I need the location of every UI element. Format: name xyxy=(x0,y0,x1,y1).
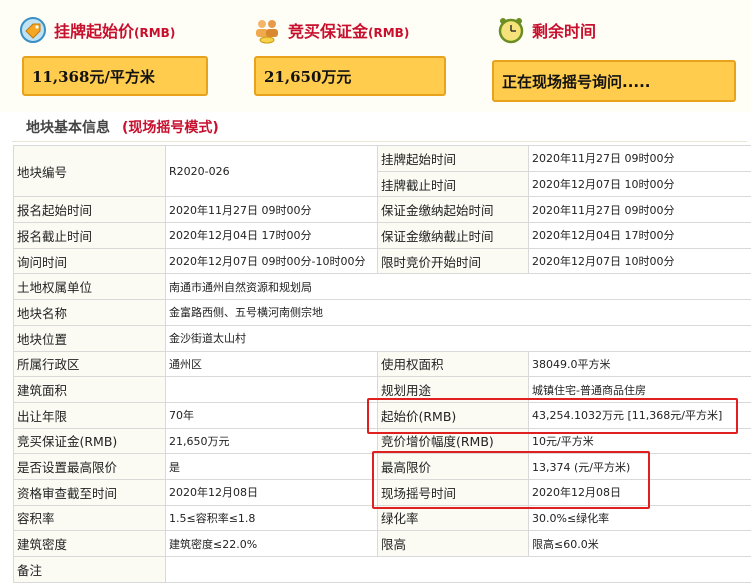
owner-unit-label: 土地权属单位 xyxy=(13,273,166,301)
parcel-name-label: 地块名称 xyxy=(13,299,166,326)
deposit-end-label: 保证金缴纳截止时间 xyxy=(377,222,529,249)
table-row: 备注 xyxy=(13,556,751,583)
max-price-set-value: 是 xyxy=(165,453,378,480)
deposit-start-value: 2020年11月27日 09时00分 xyxy=(528,196,751,224)
remaining-time-header: 剩余时间 xyxy=(496,12,596,48)
qualification-deadline-value: 2020年12月08日 xyxy=(165,478,378,506)
table-row: 建筑密度 建筑密度≤22.0% 限高 限高≤60.0米 xyxy=(13,530,751,557)
listing-start-label: 挂牌起始时间 xyxy=(377,145,529,172)
green-ratio-value: 30.0%≤绿化率 xyxy=(528,504,751,532)
parcel-id-label: 地块编号 xyxy=(13,144,166,198)
max-price-label: 最高限价 xyxy=(377,453,529,480)
deposit-end-value: 2020年12月04日 17时00分 xyxy=(528,222,751,249)
lease-term-value: 70年 xyxy=(165,401,378,429)
start-price-row-label: 起始价(RMB) xyxy=(377,401,529,429)
start-price-label: 挂牌起始价 xyxy=(54,22,135,41)
planned-use-value: 城镇住宅-普通商品住房 xyxy=(528,376,751,403)
alarm-clock-icon xyxy=(496,15,526,45)
parcel-location-value: 金沙街道太山村 xyxy=(165,324,751,352)
use-area-value: 38049.0平方米 xyxy=(528,350,751,378)
deposit-label: 竞买保证金 xyxy=(288,22,369,41)
use-area-label: 使用权面积 xyxy=(377,350,529,378)
timed-bid-start-label: 限时竞价开始时间 xyxy=(377,247,529,275)
section-title: 地块基本信息 xyxy=(26,119,110,136)
deposit-start-label: 保证金缴纳起始时间 xyxy=(377,196,529,224)
start-price-row-value: 43,254.1032万元 [11,368元/平方米] xyxy=(528,401,751,429)
table-row: 竞买保证金(RMB) 21,650万元 竞价增价幅度(RMB) 10元/平方米 xyxy=(13,427,751,455)
inquiry-time-value: 2020年12月07日 09时00分-10时00分 xyxy=(165,247,378,275)
table-row: 地块编号 R2020-026 挂牌起始时间 2020年11月27日 09时00分 xyxy=(13,144,751,198)
section-mode: (现场摇号模式) xyxy=(122,119,219,136)
section-header: 地块基本信息 (现场摇号模式) xyxy=(12,112,747,142)
green-ratio-label: 绿化率 xyxy=(377,504,529,532)
deposit-value-box: 21,650万元 xyxy=(254,56,446,96)
table-row: 建筑面积 规划用途 城镇住宅-普通商品住房 xyxy=(13,376,751,403)
planned-use-label: 规划用途 xyxy=(377,376,529,403)
table-row: 资格审查截至时间 2020年12月08日 现场摇号时间 2020年12月08日 xyxy=(13,478,751,506)
lease-term-label: 出让年限 xyxy=(13,401,166,429)
price-tag-icon xyxy=(18,15,48,45)
parcel-name-value: 金富路西侧、五号横河南侧宗地 xyxy=(165,299,751,326)
table-row: 询问时间 2020年12月07日 09时00分-10时00分 限时竞价开始时间 … xyxy=(13,247,751,275)
parcel-id-value: R2020-026 xyxy=(165,144,378,198)
height-limit-label: 限高 xyxy=(377,530,529,557)
table-row: 报名截止时间 2020年12月04日 17时00分 保证金缴纳截止时间 2020… xyxy=(13,222,751,249)
timed-bid-start-value: 2020年12月07日 10时00分 xyxy=(528,247,751,275)
remaining-time-label: 剩余时间 xyxy=(532,22,597,41)
signup-start-label: 报名起始时间 xyxy=(13,196,166,224)
max-price-value: 13,374 (元/平方米) xyxy=(528,453,751,480)
district-label: 所属行政区 xyxy=(13,350,166,378)
plot-ratio-label: 容积率 xyxy=(13,504,166,532)
remarks-value xyxy=(165,556,751,583)
table-row: 报名起始时间 2020年11月27日 09时00分 保证金缴纳起始时间 2020… xyxy=(13,196,751,224)
signup-end-label: 报名截止时间 xyxy=(13,222,166,249)
remaining-time-value-box: 正在现场摇号询问..... xyxy=(492,60,736,102)
building-density-value: 建筑密度≤22.0% xyxy=(165,530,378,557)
lottery-time-label: 现场摇号时间 xyxy=(377,478,529,506)
deposit-header: 竞买保证金(RMB) xyxy=(252,12,409,48)
table-row: 出让年限 70年 起始价(RMB) 43,254.1032万元 [11,368元… xyxy=(13,401,751,429)
height-limit-value: 限高≤60.0米 xyxy=(528,530,751,557)
building-area-label: 建筑面积 xyxy=(13,376,166,403)
inquiry-time-label: 询问时间 xyxy=(13,247,166,275)
max-price-set-label: 是否设置最高限价 xyxy=(13,453,166,480)
bid-increment-label: 竞价增价幅度(RMB) xyxy=(377,427,529,455)
start-price-unit: (RMB) xyxy=(134,26,176,40)
plot-ratio-value: 1.5≤容积率≤1.8 xyxy=(165,504,378,532)
deposit-unit: (RMB) xyxy=(368,26,410,40)
district-value: 通州区 xyxy=(165,350,378,378)
signup-end-value: 2020年12月04日 17时00分 xyxy=(165,222,378,249)
signup-start-value: 2020年11月27日 09时00分 xyxy=(165,196,378,224)
table-row: 土地权属单位 南通市通州自然资源和规划局 xyxy=(13,273,751,301)
owner-unit-value: 南通市通州自然资源和规划局 xyxy=(165,273,751,301)
listing-end-value: 2020年12月07日 10时00分 xyxy=(528,170,751,198)
qualification-deadline-label: 资格审查截至时间 xyxy=(13,478,166,506)
table-row: 所属行政区 通州区 使用权面积 38049.0平方米 xyxy=(13,350,751,378)
deposit-row-value: 21,650万元 xyxy=(165,427,378,455)
start-price-header: 挂牌起始价(RMB) xyxy=(18,12,175,48)
table-row: 是否设置最高限价 是 最高限价 13,374 (元/平方米) xyxy=(13,453,751,480)
remarks-label: 备注 xyxy=(13,556,166,583)
parcel-location-label: 地块位置 xyxy=(13,324,166,352)
deposit-row-label: 竞买保证金(RMB) xyxy=(13,427,166,455)
people-coins-icon xyxy=(252,15,282,45)
land-info-table: 地块编号 R2020-026 挂牌起始时间 2020年11月27日 09时00分… xyxy=(13,144,751,583)
bid-increment-value: 10元/平方米 xyxy=(528,427,751,455)
start-price-value-box: 11,368元/平方米 xyxy=(22,56,208,96)
table-row: 地块名称 金富路西侧、五号横河南侧宗地 xyxy=(13,299,751,326)
lottery-time-value: 2020年12月08日 xyxy=(528,478,751,506)
listing-start-value: 2020年11月27日 09时00分 xyxy=(528,145,751,172)
listing-end-label: 挂牌截止时间 xyxy=(377,170,529,198)
table-row: 容积率 1.5≤容积率≤1.8 绿化率 30.0%≤绿化率 xyxy=(13,504,751,532)
building-density-label: 建筑密度 xyxy=(13,530,166,557)
table-row: 地块位置 金沙街道太山村 xyxy=(13,324,751,352)
building-area-value xyxy=(165,376,378,403)
